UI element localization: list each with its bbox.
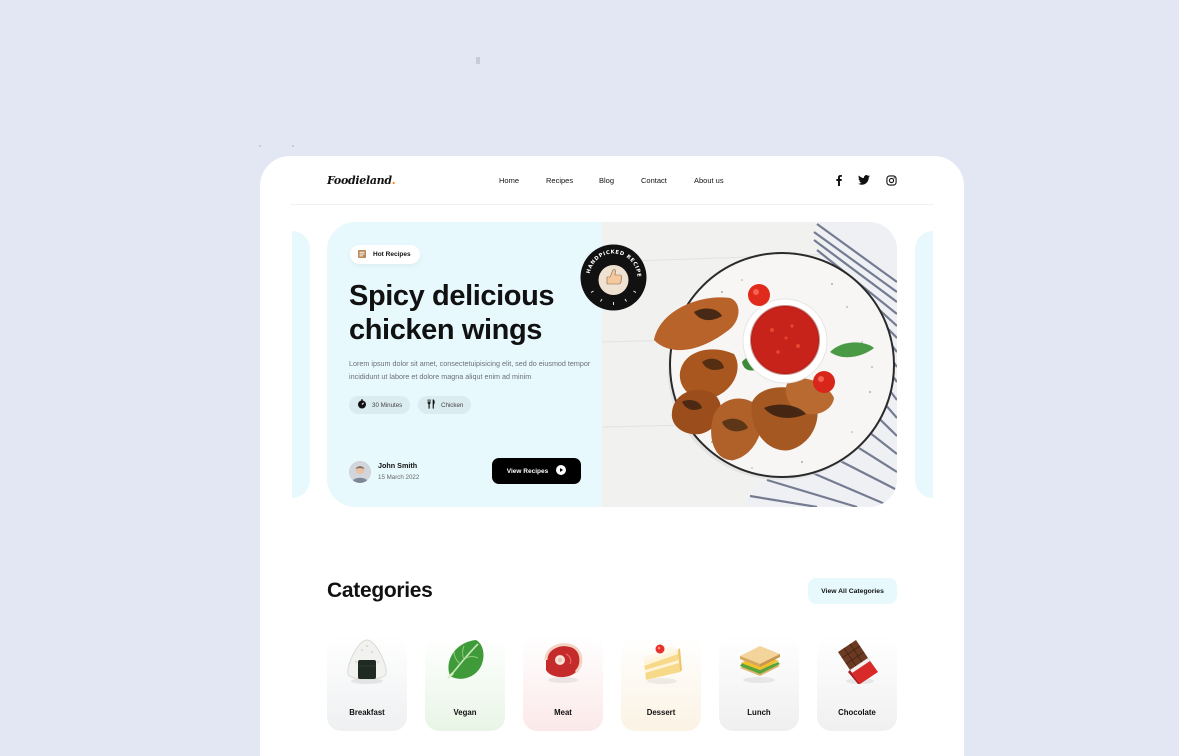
nav-item-contact[interactable]: Contact bbox=[641, 176, 667, 185]
badge-label: Hot Recipes bbox=[373, 251, 411, 258]
steak-icon bbox=[538, 636, 588, 686]
header-divider bbox=[290, 204, 934, 205]
categories-title: Categories bbox=[327, 579, 433, 602]
post-date: 15 March 2022 bbox=[378, 474, 420, 481]
chocolate-icon bbox=[832, 636, 882, 686]
nav-item-recipes[interactable]: Recipes bbox=[546, 176, 573, 185]
handpicked-stamp: HANDPICKED RECIPES bbox=[578, 240, 647, 311]
leaf-icon bbox=[440, 636, 490, 686]
nav-item-home[interactable]: Home bbox=[499, 176, 519, 185]
category-card-lunch[interactable]: Lunch bbox=[719, 636, 799, 731]
instagram-icon[interactable] bbox=[884, 173, 898, 187]
category-card-chocolate[interactable]: Chocolate bbox=[817, 636, 897, 731]
fork-knife-icon bbox=[426, 399, 436, 411]
hero-banner: Hot Recipes Spicy delicious chicken wing… bbox=[327, 222, 897, 507]
category-card-vegan[interactable]: Vegan bbox=[425, 636, 505, 731]
time-tag: 30 Minutes bbox=[349, 396, 411, 414]
category-card-breakfast[interactable]: Breakfast bbox=[327, 636, 407, 731]
category-card-dessert[interactable]: Dessert bbox=[621, 636, 701, 731]
carousel-prev-peek[interactable] bbox=[292, 231, 310, 498]
scroll-icon bbox=[357, 249, 367, 261]
view-recipes-button[interactable]: View Recipes bbox=[492, 458, 581, 484]
nav-item-blog[interactable]: Blog bbox=[599, 176, 614, 185]
hero-title: Spicy delicious chicken wings bbox=[349, 280, 555, 346]
hero-description: Lorem ipsum dolor sit amet, consectetuip… bbox=[349, 359, 591, 381]
author-name[interactable]: John Smith bbox=[378, 461, 417, 470]
sandwich-icon bbox=[734, 636, 784, 686]
view-all-categories-button[interactable]: View All Categories bbox=[808, 578, 897, 604]
hot-recipes-badge: Hot Recipes bbox=[350, 245, 420, 264]
landing-page-card: Foodieland. Home Recipes Blog Contact Ab… bbox=[260, 156, 964, 756]
author-avatar[interactable] bbox=[349, 461, 371, 483]
play-icon bbox=[556, 465, 567, 477]
category-tag: Chicken bbox=[418, 396, 472, 414]
twitter-icon[interactable] bbox=[857, 173, 871, 187]
category-card-meat[interactable]: Meat bbox=[523, 636, 603, 731]
nav-item-about[interactable]: About us bbox=[694, 176, 724, 185]
timer-icon bbox=[357, 399, 367, 411]
brand-logo[interactable]: Foodieland. bbox=[327, 174, 396, 187]
rice-ball-icon bbox=[342, 636, 392, 686]
carousel-next-peek[interactable] bbox=[915, 231, 933, 498]
cake-icon bbox=[636, 636, 686, 686]
facebook-icon[interactable] bbox=[832, 173, 846, 187]
